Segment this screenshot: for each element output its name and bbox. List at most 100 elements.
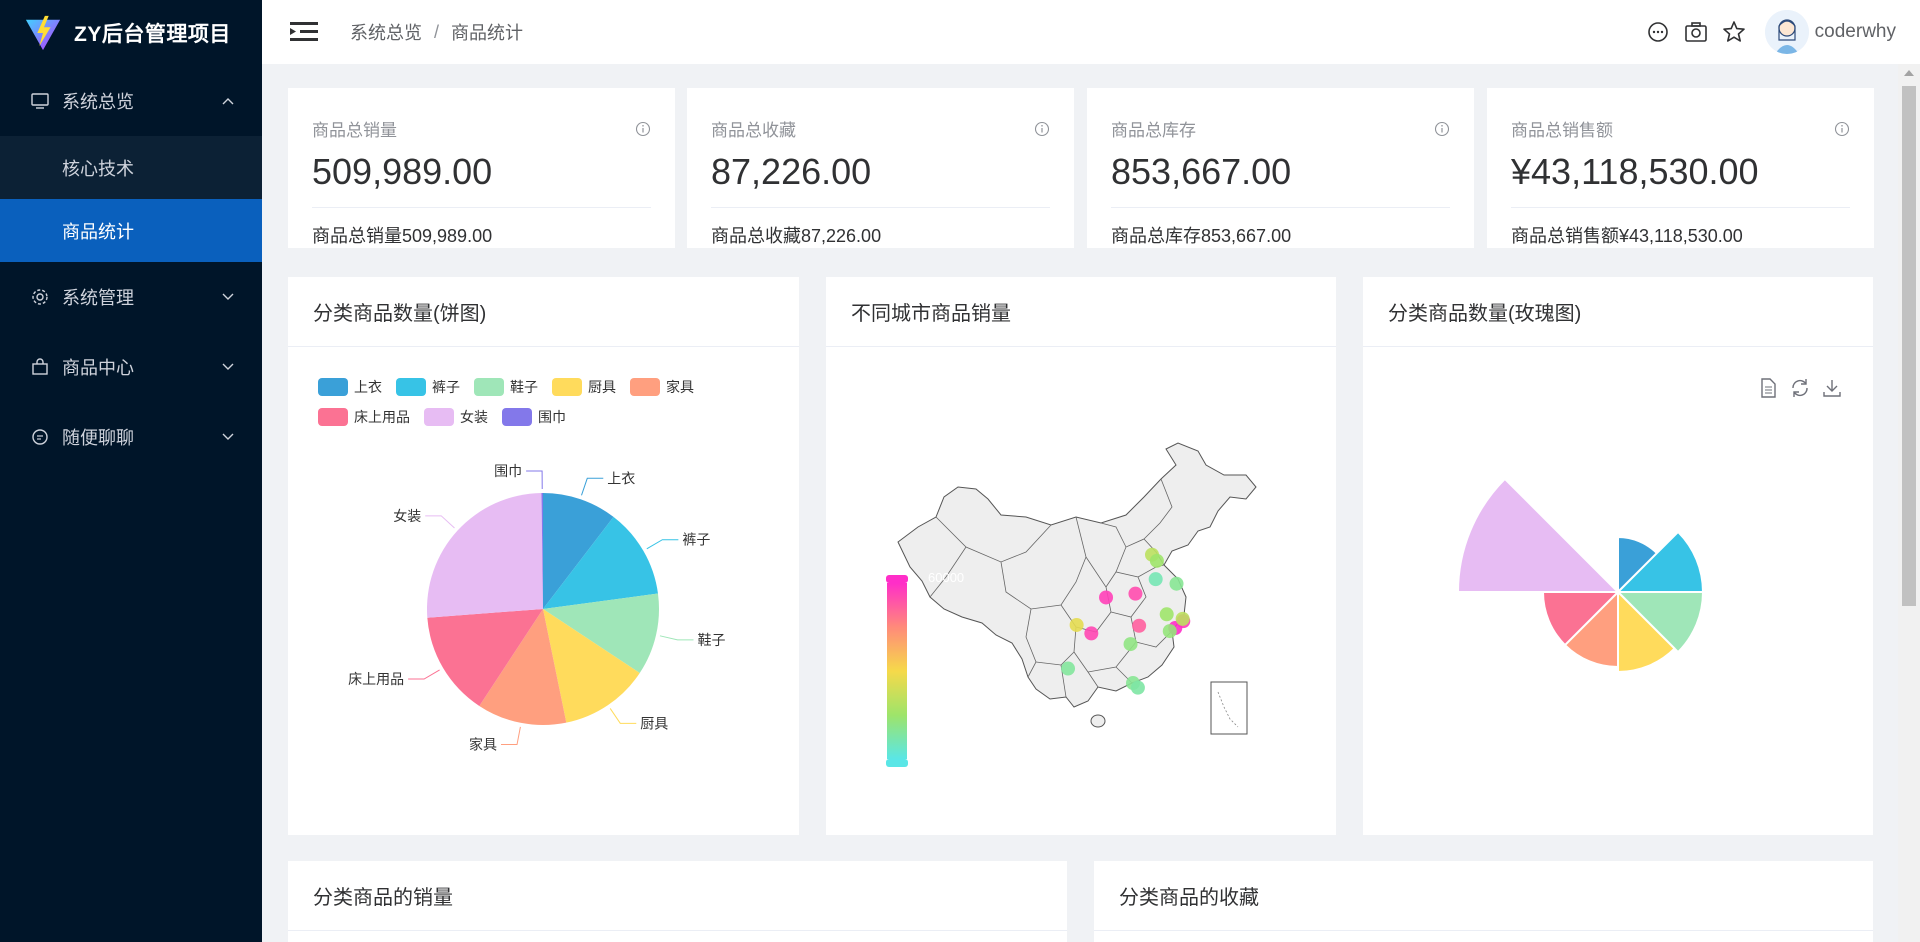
chevron-down-icon [222, 363, 234, 370]
pie-chart: 上衣裤子鞋子厨具家具 床上用品 女装 围巾 [348, 463, 725, 753]
fold-menu-icon[interactable] [290, 20, 320, 44]
sidebar-item-core-tech[interactable]: 核心技术 [0, 136, 262, 199]
stat-footer: 商品总收藏87,226.00 [711, 226, 882, 246]
city-point[interactable] [1130, 680, 1145, 695]
city-point[interactable] [1084, 626, 1099, 641]
pie-label-line [609, 708, 637, 724]
city-point[interactable] [1175, 611, 1190, 626]
info-icon[interactable] [1434, 121, 1450, 137]
china-map: 60000 [886, 442, 1257, 767]
stat-title: 商品总收藏 [711, 121, 796, 140]
main-content: 商品总销量 509,989.00 商品总销量509,989.00 商品总收藏 8… [262, 64, 1898, 942]
star-icon[interactable] [1721, 19, 1747, 45]
rose-chart-area [1363, 347, 1873, 834]
panel-title: 分类商品的收藏 [1094, 861, 1873, 931]
visual-map-handle-bottom[interactable] [886, 759, 908, 767]
stat-footer: 商品总销售额¥43,118,530.00 [1511, 226, 1743, 246]
info-icon[interactable] [1034, 121, 1050, 137]
sales-chart-panel: 分类商品的销量 [288, 861, 1067, 942]
map-area: 60000 [826, 347, 1336, 834]
pie-chart-area: 上衣 裤子 鞋子 厨具 家具 床上用品 女装 围巾 上衣 裤子 鞋子 厨具 家具 床上用品 女装 围巾 [288, 347, 799, 834]
rose-chart-panel: 分类商品数量(玫瑰图) [1363, 277, 1873, 835]
breadcrumb-item[interactable]: 系统总览 [350, 19, 422, 45]
city-point[interactable] [1169, 576, 1184, 591]
avatar[interactable] [1764, 10, 1809, 54]
south-china-sea-inset [1210, 681, 1248, 735]
info-icon[interactable] [1834, 121, 1850, 137]
visual-map-max-label: 60000 [928, 570, 964, 585]
divider [312, 207, 651, 208]
gear-icon [30, 287, 50, 307]
city-point[interactable] [1132, 618, 1147, 633]
pie-label-line [646, 539, 679, 550]
pie-chart-panel: 分类商品数量(饼图) 上衣 裤子 鞋子 厨具 家具 床上用品 女装 围巾 上衣 裤子 鞋子 厨具 家具… [288, 277, 799, 835]
chevron-up-icon [222, 98, 234, 105]
top-header: 系统总览 / 商品统计 coderwhy [262, 0, 1920, 64]
vite-logo-icon [25, 15, 61, 51]
breadcrumb-separator: / [434, 21, 440, 42]
monitor-icon [30, 91, 50, 111]
scroll-up-arrow[interactable] [1904, 70, 1914, 76]
city-point[interactable] [1061, 661, 1076, 676]
city-point[interactable] [1148, 572, 1163, 587]
city-point[interactable] [1162, 624, 1177, 639]
header-actions: coderwhy [1633, 0, 1896, 64]
app-logo[interactable]: ZY后台管理项目 [0, 0, 262, 66]
visual-map-handle-top[interactable] [886, 575, 908, 583]
chevron-down-icon [222, 293, 234, 300]
username[interactable]: coderwhy [1815, 21, 1896, 43]
map-chart-panel: 不同城市商品销量 60000 [826, 277, 1336, 835]
info-icon[interactable] [635, 121, 651, 137]
city-point[interactable] [1128, 586, 1143, 601]
sidebar-item-label: 系统总览 [62, 92, 134, 112]
pie-label-line [581, 477, 604, 496]
sidebar-item-system[interactable]: 系统管理 [0, 262, 262, 332]
sidebar-item-goods-stats[interactable]: 商品统计 [0, 199, 262, 262]
sidebar: ZY后台管理项目 系统总览 核心技术 商品统计 系统管理 商品中心 随便聊聊 [0, 0, 262, 942]
city-point[interactable] [1069, 617, 1084, 632]
sidebar-item-goods-center[interactable]: 商品中心 [0, 332, 262, 402]
stat-value: 509,989.00 [312, 151, 493, 192]
panel-title: 分类商品数量(玫瑰图) [1363, 277, 1873, 347]
stat-title: 商品总库存 [1111, 121, 1196, 140]
pie-label: 厨具 [640, 715, 668, 731]
city-point[interactable] [1149, 553, 1164, 568]
pie-label: 家具 [469, 737, 497, 753]
pie-label-line [425, 515, 455, 529]
pie-label: 女装 [393, 508, 421, 524]
scrollbar-thumb[interactable] [1902, 86, 1916, 606]
shopping-bag-icon [30, 357, 50, 377]
stat-card: 商品总销量 509,989.00 商品总销量509,989.00 [288, 88, 675, 248]
divider [1511, 207, 1850, 208]
rose-slice[interactable] [1457, 477, 1619, 593]
rose-chart [1457, 477, 1704, 673]
stat-card: 商品总收藏 87,226.00 商品总收藏87,226.00 [687, 88, 1074, 248]
panel-title: 分类商品数量(饼图) [288, 277, 799, 347]
pie-label-line [501, 726, 521, 746]
hainan-island [1090, 714, 1106, 728]
stat-value: 853,667.00 [1111, 151, 1292, 192]
stat-footer: 商品总销量509,989.00 [312, 226, 493, 246]
pie-label: 上衣 [607, 470, 635, 486]
message-icon[interactable] [1645, 19, 1671, 45]
city-point[interactable] [1099, 590, 1114, 605]
app-title: ZY后台管理项目 [74, 23, 231, 46]
city-point[interactable] [1159, 607, 1174, 622]
city-point[interactable] [1123, 637, 1138, 652]
sidebar-item-overview[interactable]: 系统总览 [0, 66, 262, 136]
sidebar-item-chat[interactable]: 随便聊聊 [0, 402, 262, 472]
breadcrumb-item: 商品统计 [451, 23, 524, 43]
pie-slice[interactable] [427, 493, 543, 618]
chat-bubble-icon [30, 427, 50, 447]
visual-map-bar[interactable] [887, 583, 907, 759]
divider [1111, 207, 1450, 208]
stat-footer: 商品总库存853,667.00 [1111, 226, 1292, 246]
page-scrollbar[interactable] [1898, 64, 1920, 942]
stat-value: 87,226.00 [711, 151, 872, 192]
stat-title: 商品总销售额 [1511, 121, 1613, 140]
sidebar-item-label: 系统管理 [62, 288, 134, 308]
submenu-overview: 核心技术 商品统计 [0, 136, 262, 262]
pie-label: 围巾 [494, 463, 522, 479]
breadcrumb: 系统总览 / 商品统计 [350, 19, 523, 45]
camera-icon[interactable] [1683, 19, 1709, 45]
